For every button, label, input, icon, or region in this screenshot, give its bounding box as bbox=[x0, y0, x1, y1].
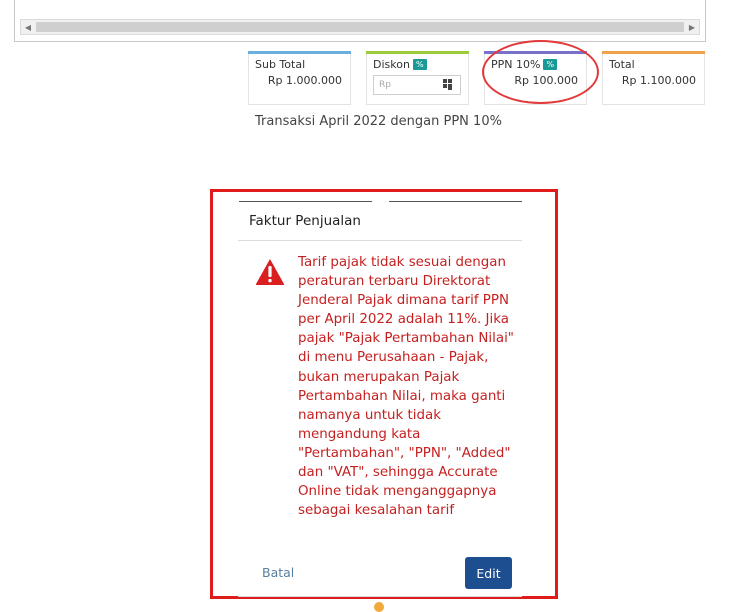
subtotal-accent bbox=[248, 51, 351, 54]
diskon-box: Diskon% Rp bbox=[366, 51, 469, 105]
diskon-accent bbox=[366, 51, 469, 54]
warning-triangle-icon bbox=[255, 259, 285, 285]
edit-button[interactable]: Edit bbox=[465, 557, 512, 589]
total-value: Rp 1.100.000 bbox=[621, 74, 696, 87]
diskon-input[interactable]: Rp bbox=[373, 75, 461, 95]
subtotal-box: Sub Total Rp 1.000.000 bbox=[248, 51, 351, 105]
dialog-header-divider bbox=[238, 240, 522, 241]
dialog-footer-divider bbox=[238, 596, 522, 597]
subtotal-label: Sub Total bbox=[255, 58, 306, 71]
scroll-right-icon[interactable]: ▶ bbox=[685, 20, 699, 34]
scrollbar-thumb[interactable] bbox=[36, 22, 684, 32]
cancel-button[interactable]: Batal bbox=[262, 565, 294, 580]
diskon-label-text: Diskon bbox=[373, 58, 410, 71]
diskon-label: Diskon% bbox=[373, 58, 427, 71]
scroll-left-icon[interactable]: ◀ bbox=[21, 20, 35, 34]
dialog-tab-line-left bbox=[239, 201, 372, 202]
calculator-icon[interactable] bbox=[443, 79, 453, 90]
dialog-tab-line-right bbox=[389, 201, 522, 202]
ppn-highlight-circle bbox=[482, 40, 599, 104]
error-message: Tarif pajak tidak sesuai dengan peratura… bbox=[298, 255, 514, 519]
dialog-title: Faktur Penjualan bbox=[249, 213, 361, 229]
subtotal-value: Rp 1.000.000 bbox=[267, 74, 342, 87]
caption: Transaksi April 2022 dengan PPN 10% bbox=[255, 114, 502, 129]
total-accent bbox=[602, 51, 705, 54]
total-box: Total Rp 1.100.000 bbox=[602, 51, 705, 105]
diskon-percent-badge[interactable]: % bbox=[412, 59, 427, 70]
diskon-placeholder: Rp bbox=[379, 80, 391, 90]
total-label: Total bbox=[609, 58, 635, 71]
horizontal-scrollbar[interactable]: ◀ ▶ bbox=[20, 19, 700, 35]
orange-indicator bbox=[374, 602, 384, 612]
